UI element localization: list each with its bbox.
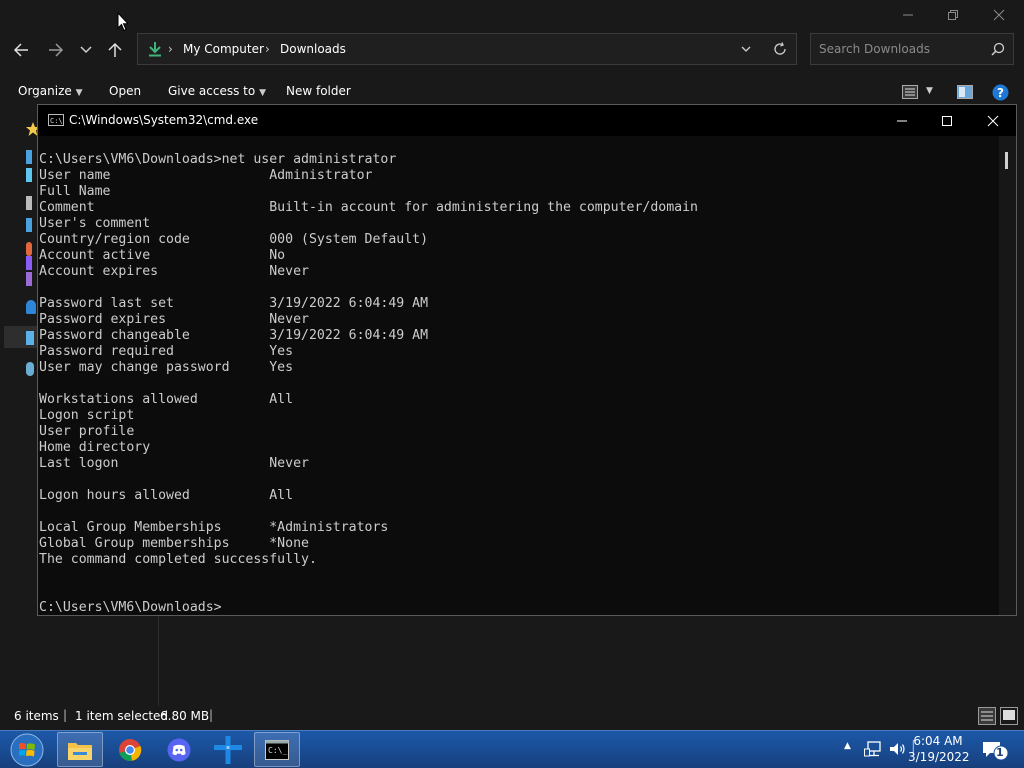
breadcrumb-separator-icon: ›	[168, 42, 173, 56]
chevron-down-icon[interactable]	[741, 46, 751, 53]
chevron-down-icon	[80, 46, 92, 54]
minimize-icon	[903, 14, 913, 16]
new-folder-button[interactable]: New folder	[286, 84, 351, 98]
open-button[interactable]: Open	[109, 84, 141, 98]
terminal-icon: C:\_	[265, 739, 289, 760]
music-icon[interactable]	[26, 242, 32, 256]
cmd-maximize-button[interactable]	[924, 105, 970, 136]
divider: |	[63, 708, 68, 722]
divider: |	[209, 708, 214, 722]
restore-icon	[948, 10, 958, 20]
breadcrumb-my-computer[interactable]: My Computer	[183, 42, 264, 56]
details-view-icon[interactable]	[978, 707, 996, 725]
search-placeholder: Search Downloads	[819, 42, 930, 56]
app-taskbar-button[interactable]	[205, 732, 251, 767]
cmd-close-button[interactable]	[970, 105, 1016, 136]
organize-menu[interactable]: Organize ▼	[18, 84, 83, 98]
arrow-right-icon	[49, 43, 64, 57]
onedrive-icon[interactable]	[26, 300, 36, 314]
cmd-window-title: C:\Windows\System32\cmd.exe	[69, 113, 259, 127]
large-icons-view-icon[interactable]	[1000, 707, 1018, 725]
cmd-taskbar-button[interactable]: C:\_	[254, 732, 300, 767]
start-button[interactable]	[3, 732, 51, 767]
windows-logo-icon	[10, 733, 44, 766]
computer-icon	[26, 331, 34, 345]
selected-count: 1 item selected	[75, 709, 169, 723]
give-access-label: Give access to	[168, 84, 256, 98]
organize-label: Organize	[18, 84, 72, 98]
back-button[interactable]	[8, 38, 34, 62]
folder-icon[interactable]	[26, 272, 32, 286]
dropdown-arrow-icon[interactable]: ▼	[926, 86, 933, 96]
chrome-taskbar-button[interactable]	[107, 732, 153, 767]
breadcrumb-separator-icon: ›	[265, 42, 270, 56]
svg-text:?: ?	[997, 86, 1004, 100]
dropdown-arrow-icon: ▼	[75, 88, 83, 98]
download-icon	[149, 42, 161, 57]
breadcrumb-downloads[interactable]: Downloads	[280, 42, 346, 56]
arrow-up-icon	[108, 42, 122, 57]
file-explorer-taskbar-button[interactable]	[57, 732, 103, 767]
view-options-icon[interactable]	[902, 85, 918, 99]
selected-size: 6.80 MB	[160, 709, 210, 723]
address-bar[interactable]: › My Computer › Downloads	[137, 33, 797, 65]
folder-icon[interactable]	[26, 168, 32, 182]
cmd-window[interactable]: C:\ C:\Windows\System32\cmd.exe C:\Users…	[37, 104, 1017, 616]
document-icon[interactable]	[26, 196, 32, 210]
scrollbar-thumb[interactable]	[1005, 152, 1008, 169]
svg-text:C:\: C:\	[50, 117, 63, 125]
cmd-titlebar[interactable]: C:\ C:\Windows\System32\cmd.exe	[38, 105, 1016, 136]
preview-pane-icon[interactable]	[957, 85, 973, 99]
discord-taskbar-button[interactable]	[156, 732, 202, 767]
video-icon[interactable]	[26, 256, 32, 270]
minimize-button[interactable]	[885, 0, 931, 30]
close-icon	[987, 115, 999, 126]
give-access-menu[interactable]: Give access to ▼	[168, 84, 266, 98]
notification-count: 1	[996, 746, 1004, 759]
clock-time: 6:04 AM	[913, 734, 963, 748]
svg-text:C:\_: C:\_	[268, 746, 287, 755]
search-input[interactable]: Search Downloads	[810, 33, 1014, 65]
help-icon[interactable]: ?	[992, 84, 1009, 101]
network-icon[interactable]	[864, 740, 882, 758]
network-icon[interactable]	[26, 362, 34, 376]
minimize-icon	[897, 120, 907, 121]
item-count: 6 items	[14, 709, 59, 723]
status-bar: 6 items | 1 item selected 6.80 MB |	[0, 706, 1024, 728]
close-icon	[993, 9, 1005, 21]
cmd-minimize-button[interactable]	[879, 105, 925, 136]
clock-date: 3/19/2022	[908, 750, 970, 764]
chrome-icon	[119, 738, 142, 761]
recent-locations-button[interactable]	[73, 38, 99, 62]
taskbar: C:\_ ▲ | 6:04 AM 3/19/2022 1	[0, 730, 1024, 768]
cmd-scrollbar[interactable]	[999, 136, 1016, 615]
show-hidden-icons-icon[interactable]: ▲	[844, 741, 851, 751]
cmd-app-icon: C:\	[48, 114, 64, 126]
picture-icon[interactable]	[26, 218, 32, 232]
clock[interactable]: 6:04 AM 3/19/2022	[908, 733, 970, 765]
dropdown-arrow-icon: ▼	[259, 88, 266, 98]
arrow-left-icon	[13, 43, 28, 57]
speaker-icon[interactable]	[888, 740, 906, 758]
search-icon[interactable]	[991, 42, 1005, 56]
maximize-icon	[942, 115, 952, 126]
console-output[interactable]: C:\Users\VM6\Downloads>net user administ…	[39, 152, 999, 616]
mouse-cursor-icon	[117, 12, 129, 32]
discord-icon	[167, 738, 191, 761]
close-button[interactable]	[976, 0, 1022, 30]
up-button[interactable]	[102, 38, 128, 62]
folder-icon	[68, 742, 92, 760]
desktop-icon[interactable]	[26, 150, 32, 164]
refresh-icon[interactable]	[773, 42, 787, 56]
restore-button[interactable]	[930, 0, 976, 30]
blue-cross-app-icon	[214, 735, 242, 764]
forward-button[interactable]	[43, 38, 69, 62]
